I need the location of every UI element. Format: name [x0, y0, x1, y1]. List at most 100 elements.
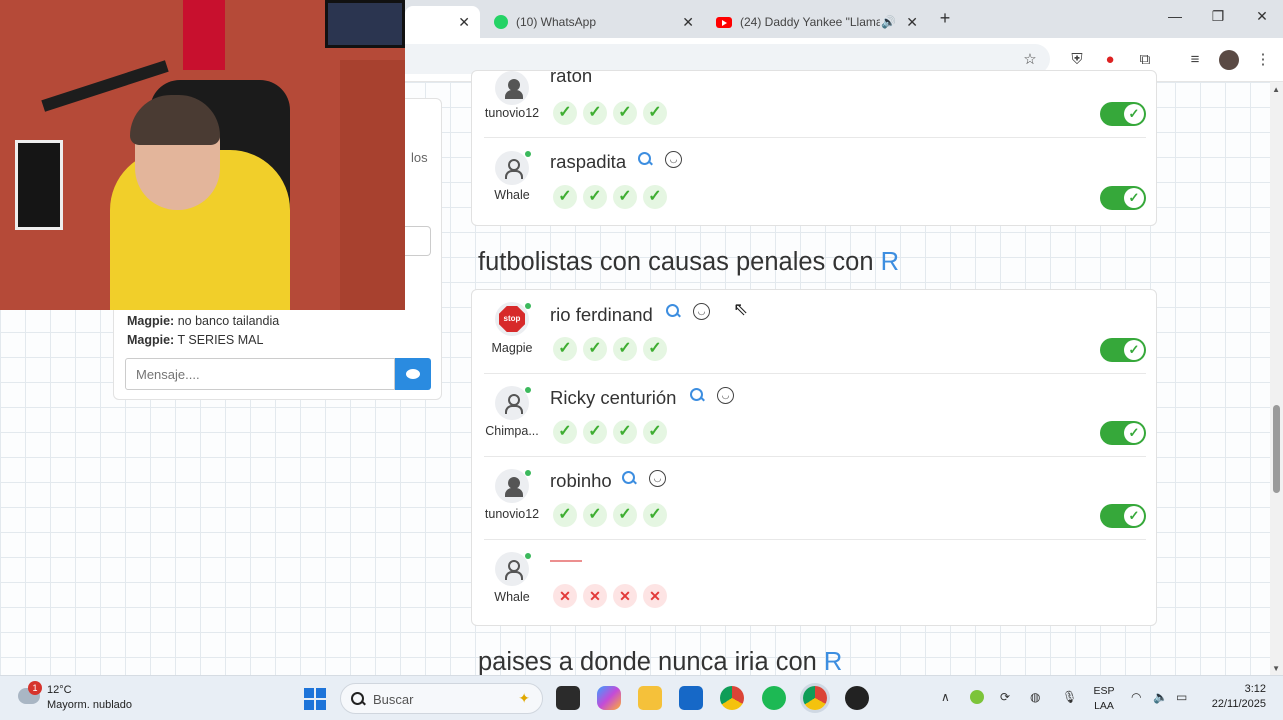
- vote-toggle[interactable]: [1100, 338, 1146, 362]
- webcam-overlay: [0, 0, 405, 310]
- cross-icon: ✕: [583, 584, 607, 608]
- profile-avatar[interactable]: [1219, 50, 1239, 70]
- speaker-icon[interactable]: 🔊: [881, 15, 896, 29]
- player-name: tunovio12: [484, 106, 540, 120]
- start-button[interactable]: [304, 688, 326, 710]
- chat-username: Magpie:: [127, 314, 175, 328]
- tray-app-icon[interactable]: [970, 690, 984, 704]
- tray-sync-icon[interactable]: ⟳: [1000, 690, 1010, 704]
- chrome-icon[interactable]: [720, 686, 744, 710]
- check-icon: ✓: [613, 185, 637, 209]
- system-clock[interactable]: 3:12 22/11/2025: [1208, 683, 1266, 710]
- vote-toggle[interactable]: [1100, 504, 1146, 528]
- microphone-icon[interactable]: 🎙: [1062, 690, 1077, 704]
- answers-card: stop rio ferdinand ◡ Magpie ✓ ✓ ✓ ✓ Rick…: [471, 289, 1157, 626]
- answer-row: Whale ✕ ✕ ✕ ✕: [472, 540, 1156, 625]
- check-icon: ✓: [613, 337, 637, 361]
- weather-temperature[interactable]: 12°C: [47, 684, 72, 696]
- check-icon: ✓: [613, 420, 637, 444]
- tab-active[interactable]: ✕: [405, 6, 480, 38]
- chrome-active-icon[interactable]: [803, 686, 827, 710]
- online-indicator: [525, 151, 531, 157]
- tab-youtube[interactable]: (24) Daddy Yankee "Llamad 🔊 ✕: [706, 6, 928, 38]
- chat-message-input[interactable]: [125, 358, 395, 390]
- bookmark-star-icon[interactable]: ☆: [1020, 50, 1040, 70]
- avatar: [495, 151, 529, 185]
- search-icon[interactable]: [690, 388, 704, 402]
- tray-extension-icon[interactable]: ◍: [1030, 690, 1040, 704]
- player-name: Whale: [494, 590, 530, 604]
- send-button[interactable]: [395, 358, 431, 390]
- webcam-picture: [15, 140, 63, 230]
- outlook-icon[interactable]: [679, 686, 703, 710]
- scroll-down-arrow-icon[interactable]: ▼: [1272, 664, 1280, 673]
- category-text: paises a donde nunca iria con: [478, 648, 817, 676]
- vote-toggle[interactable]: [1100, 102, 1146, 126]
- extensions-puzzle-icon[interactable]: ⧉: [1135, 50, 1155, 70]
- check-icon: ✓: [553, 101, 577, 125]
- search-icon[interactable]: [666, 304, 680, 318]
- vote-toggle[interactable]: [1100, 186, 1146, 210]
- restore-button[interactable]: ❐: [1208, 8, 1228, 25]
- chat-message: Magpie: T SERIES MAL: [127, 333, 263, 347]
- close-tab-icon[interactable]: ✕: [906, 14, 918, 31]
- whatsapp-icon: [494, 15, 508, 29]
- online-indicator: [525, 387, 531, 393]
- search-label: Buscar: [373, 692, 414, 707]
- new-tab-button[interactable]: +: [935, 8, 955, 29]
- shield-extension-icon[interactable]: ⛨: [1067, 50, 1087, 70]
- search-icon[interactable]: [622, 471, 636, 485]
- window-close-button[interactable]: ✕: [1252, 8, 1272, 25]
- emoji-add-icon[interactable]: ◡: [649, 470, 666, 487]
- media-control-icon[interactable]: ≡: [1185, 50, 1205, 70]
- person-icon: [505, 79, 523, 99]
- person-icon: [505, 477, 523, 497]
- chat-partial-field[interactable]: [405, 226, 431, 256]
- answer-text: raton: [550, 70, 593, 86]
- scroll-thumb[interactable]: [1273, 405, 1280, 493]
- clock-date: 22/11/2025: [1211, 698, 1266, 710]
- check-icon: ✓: [583, 420, 607, 444]
- avatar: [495, 469, 529, 503]
- taskbar-search[interactable]: Buscar ✦: [340, 683, 543, 714]
- emoji-add-icon[interactable]: ◡: [665, 151, 682, 168]
- category-letter: R: [880, 248, 900, 276]
- weather-description[interactable]: Mayorm. nublado: [47, 699, 132, 711]
- tab-whatsapp[interactable]: (10) WhatsApp ✕: [484, 6, 704, 38]
- scroll-up-arrow-icon[interactable]: ▲: [1272, 85, 1280, 94]
- volume-icon[interactable]: 🔈: [1153, 690, 1168, 704]
- chat-partial-text: los: [411, 150, 428, 165]
- check-icon: ✓: [643, 337, 667, 361]
- task-view-icon[interactable]: [556, 686, 580, 710]
- chat-text: no banco tailandia: [177, 314, 280, 328]
- person-icon: [505, 159, 523, 179]
- copilot-icon[interactable]: [597, 686, 621, 710]
- search-icon[interactable]: [638, 152, 652, 166]
- more-menu-icon[interactable]: ⋮: [1253, 50, 1273, 70]
- extension-badge-icon[interactable]: ●: [1100, 50, 1120, 70]
- lang-code: ESP: [1093, 685, 1115, 697]
- online-indicator: [525, 303, 531, 309]
- windows-logo-tile: [316, 700, 326, 710]
- empty-answer-line: [550, 560, 582, 562]
- battery-icon[interactable]: ▭: [1176, 690, 1187, 704]
- wifi-icon[interactable]: ◠: [1131, 690, 1141, 704]
- player-name: tunovio12: [484, 507, 540, 521]
- person-icon: [505, 560, 523, 580]
- chat-username: Magpie:: [127, 333, 175, 347]
- spotify-icon[interactable]: [762, 686, 786, 710]
- vertical-scrollbar[interactable]: ▲ ▼: [1270, 82, 1283, 675]
- close-tab-icon[interactable]: ✕: [458, 14, 470, 31]
- obs-icon[interactable]: [845, 686, 869, 710]
- stop-sign-icon: stop: [499, 306, 525, 332]
- minimize-button[interactable]: —: [1165, 8, 1185, 24]
- keyboard-language[interactable]: ESP LAA: [1092, 684, 1116, 714]
- close-tab-icon[interactable]: ✕: [682, 14, 694, 31]
- emoji-add-icon[interactable]: ◡: [693, 303, 710, 320]
- player-name: Magpie: [491, 341, 533, 355]
- emoji-add-icon[interactable]: ◡: [717, 387, 734, 404]
- vote-toggle[interactable]: [1100, 421, 1146, 445]
- tray-expand-icon[interactable]: ∧: [941, 690, 950, 704]
- file-explorer-icon[interactable]: [638, 686, 662, 710]
- online-indicator: [525, 470, 531, 476]
